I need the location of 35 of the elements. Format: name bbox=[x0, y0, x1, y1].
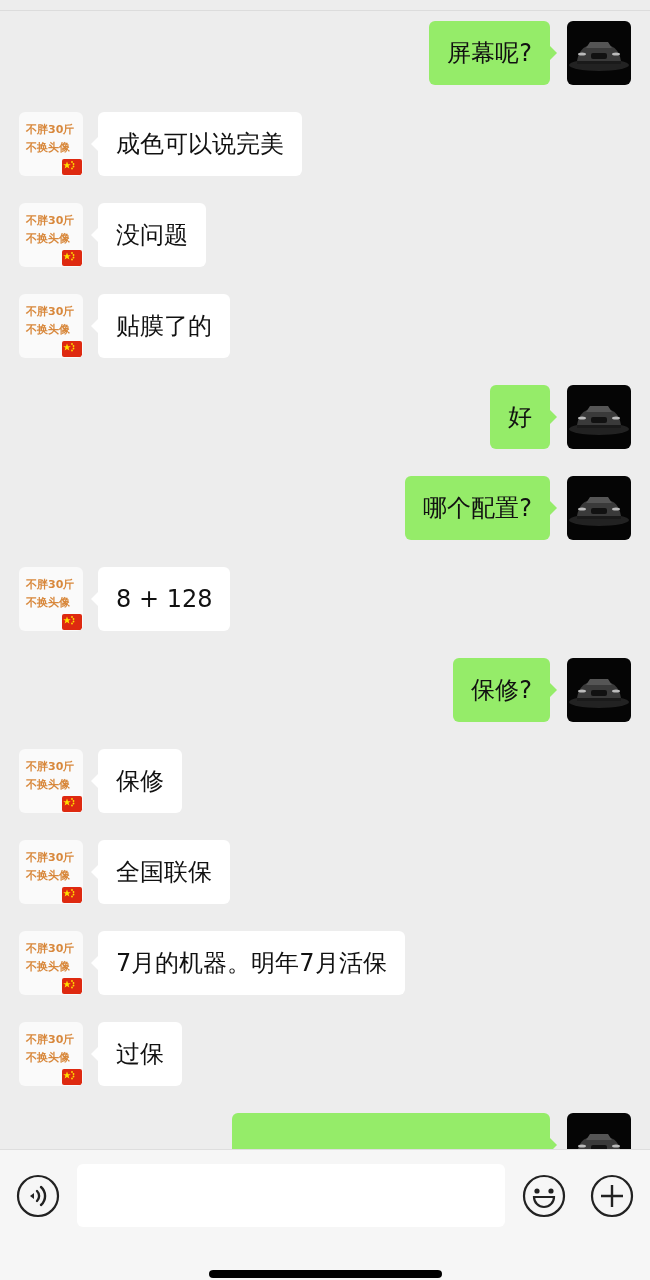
avatar[interactable]: 不胖30斤 不换头像 bbox=[19, 749, 83, 813]
add-icon[interactable] bbox=[590, 1173, 634, 1218]
avatar-text: 不胖30斤 bbox=[26, 213, 75, 229]
flag-icon bbox=[62, 887, 82, 903]
flag-icon bbox=[62, 978, 82, 994]
avatar-text: 不胖30斤 bbox=[26, 850, 75, 866]
avatar-text: 不换头像 bbox=[26, 777, 70, 793]
avatar-text: 不胖30斤 bbox=[26, 941, 75, 957]
avatar-text: 不换头像 bbox=[26, 595, 70, 611]
avatar-text: 不胖30斤 bbox=[26, 759, 75, 775]
flag-icon bbox=[62, 796, 82, 812]
avatar[interactable]: 不胖30斤 不换头像 bbox=[19, 567, 83, 631]
avatar-text: 不换头像 bbox=[26, 231, 70, 247]
avatar[interactable]: 不胖30斤 不换头像 bbox=[19, 840, 83, 904]
avatar-text: 不换头像 bbox=[26, 1050, 70, 1066]
avatar[interactable]: 不胖30斤 不换头像 bbox=[19, 112, 83, 176]
avatar-text: 不换头像 bbox=[26, 868, 70, 884]
avatar-text: 不胖30斤 bbox=[26, 304, 75, 320]
avatar-text: 不胖30斤 bbox=[26, 1032, 75, 1048]
flag-icon bbox=[62, 1069, 82, 1085]
avatar-text: 不胖30斤 bbox=[26, 577, 75, 593]
emoji-icon[interactable] bbox=[522, 1173, 566, 1218]
flag-icon bbox=[62, 341, 82, 357]
avatar-text: 不换头像 bbox=[26, 140, 70, 156]
avatar[interactable]: 不胖30斤 不换头像 bbox=[19, 294, 83, 358]
flag-icon bbox=[62, 250, 82, 266]
voice-icon[interactable] bbox=[16, 1173, 60, 1218]
flag-icon bbox=[62, 614, 82, 630]
avatar[interactable]: 不胖30斤 不换头像 bbox=[19, 203, 83, 267]
avatar-text: 不胖30斤 bbox=[26, 122, 75, 138]
flag-icon bbox=[62, 159, 82, 175]
avatar[interactable]: 不胖30斤 不换头像 bbox=[19, 1022, 83, 1086]
avatar[interactable]: 不胖30斤 不换头像 bbox=[19, 931, 83, 995]
avatar-text: 不换头像 bbox=[26, 959, 70, 975]
avatar-text: 不换头像 bbox=[26, 322, 70, 338]
